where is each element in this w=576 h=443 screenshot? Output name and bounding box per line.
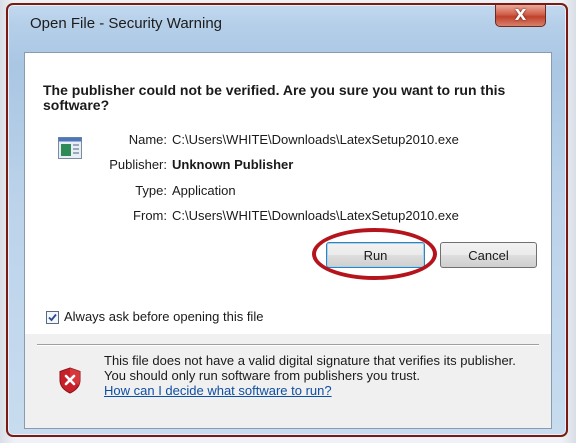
type-label: Type: — [135, 183, 167, 198]
close-button[interactable]: X — [495, 5, 546, 27]
signature-warning-text: This file does not have a valid digital … — [104, 353, 516, 383]
dialog-client-area: The publisher could not be verified. Are… — [24, 52, 552, 429]
name-label: Name: — [128, 132, 167, 147]
checkmark-icon — [48, 313, 57, 322]
always-ask-checkbox[interactable] — [46, 311, 59, 324]
name-value: C:\Users\WHITE\Downloads\LatexSetup2010.… — [172, 132, 459, 147]
publisher-label: Publisher: — [109, 157, 167, 172]
security-warning-window: Open File - Security Warning X The publi… — [6, 3, 568, 437]
dialog-main-panel: The publisher could not be verified. Are… — [25, 53, 551, 334]
from-value: C:\Users\WHITE\Downloads\LatexSetup2010.… — [172, 208, 459, 223]
type-value: Application — [172, 183, 236, 198]
warning-heading: The publisher could not be verified. Are… — [43, 82, 506, 113]
always-ask-label[interactable]: Always ask before opening this file — [64, 309, 263, 324]
help-link[interactable]: How can I decide what software to run? — [104, 383, 332, 398]
run-button[interactable]: Run — [326, 242, 425, 268]
section-divider — [37, 344, 539, 346]
from-label: From: — [133, 208, 167, 223]
window-title: Open File - Security Warning — [30, 15, 223, 32]
shield-x-icon — [59, 367, 81, 394]
cancel-button[interactable]: Cancel — [440, 242, 537, 268]
publisher-value: Unknown Publisher — [172, 157, 294, 172]
close-icon: X — [514, 6, 527, 24]
